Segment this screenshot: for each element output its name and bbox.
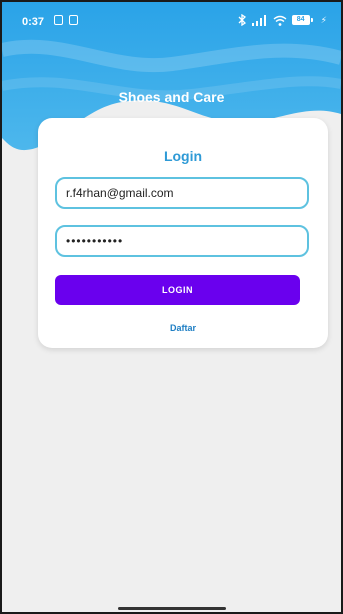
battery-level: 84 [291,15,310,25]
login-title: Login [163,148,203,164]
status-icons: 84 ⚡ [238,14,327,26]
charging-icon: ⚡ [320,14,327,25]
notification-icons [54,15,78,25]
app-title: Shoes and Care [118,89,225,105]
login-card: Login LOGIN Daftar [38,118,328,348]
status-time: 0:37 [22,16,45,28]
password-input[interactable] [55,225,309,257]
battery-tip [310,18,313,22]
email-input[interactable] [55,177,309,209]
notification-icon [54,15,63,25]
register-link[interactable]: Daftar [38,323,328,333]
wifi-icon [273,15,287,26]
battery-icon: 84 [291,15,313,25]
phone-screen: 0:37 84 ⚡ Shoes and Care Login r.f4rhan@… [0,0,343,614]
status-bar: 0:37 84 ⚡ [2,2,341,42]
login-button[interactable]: LOGIN [55,275,300,305]
bluetooth-icon [238,14,246,26]
home-indicator[interactable] [118,607,226,610]
signal-icon [251,14,266,26]
notification-icon [69,15,78,25]
